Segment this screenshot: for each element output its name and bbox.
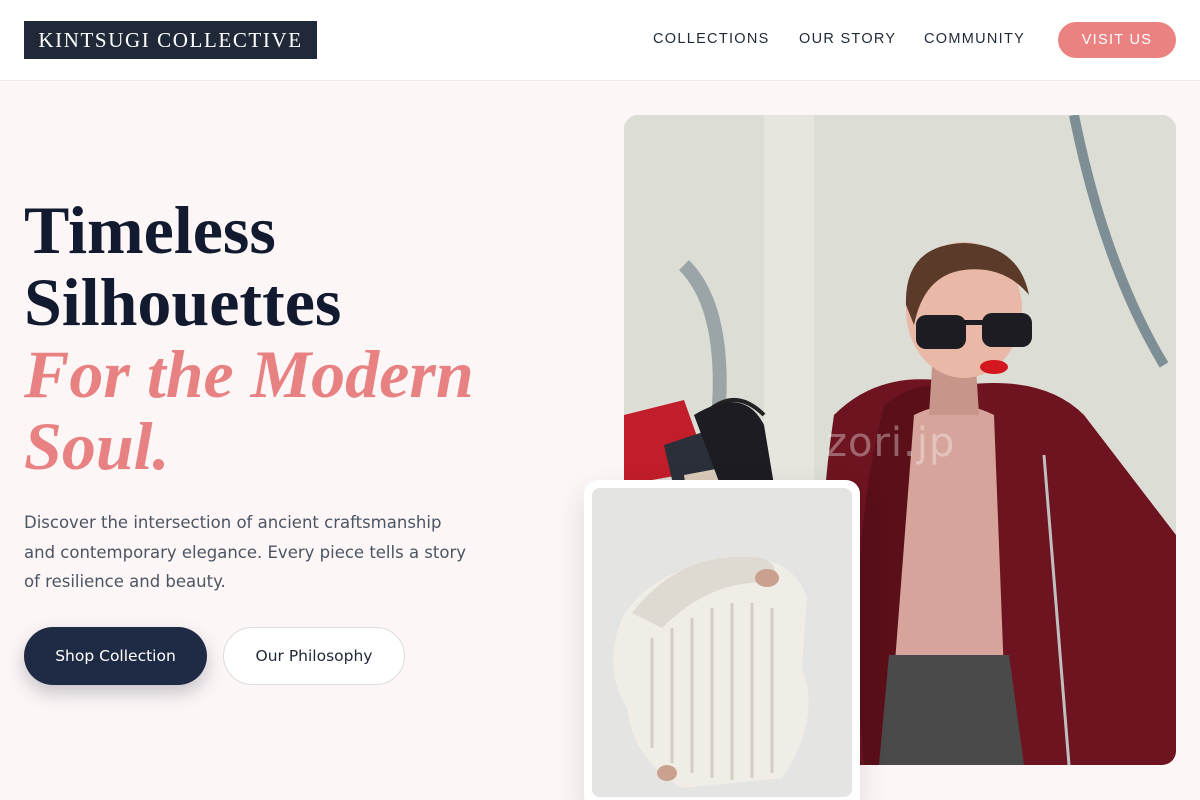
headline-line-1: Timeless xyxy=(24,192,276,268)
hero-headline: Timeless Silhouettes For the Modern Soul… xyxy=(24,194,584,482)
our-philosophy-button[interactable]: Our Philosophy xyxy=(223,627,405,685)
nav-link-collections[interactable]: COLLECTIONS xyxy=(653,31,770,49)
inset-image-card xyxy=(584,480,860,800)
hero-description: Discover the intersection of ancient cra… xyxy=(24,513,467,591)
headline-accent-line-1: For the Modern xyxy=(24,336,474,412)
sweater-image xyxy=(592,488,852,797)
image-watermark: zori.jp xyxy=(826,420,956,466)
shop-collection-button[interactable]: Shop Collection xyxy=(24,627,207,685)
visit-us-button[interactable]: VISIT US xyxy=(1058,22,1176,58)
nav-link-our-story[interactable]: OUR STORY xyxy=(799,31,896,49)
sweater-illustration xyxy=(592,488,852,797)
headline-line-2: Silhouettes xyxy=(24,264,342,340)
site-header: KINTSUGI COLLECTIVE COLLECTIONS OUR STOR… xyxy=(0,0,1200,81)
nav-link-community[interactable]: COMMUNITY xyxy=(924,31,1025,49)
brand-logo[interactable]: KINTSUGI COLLECTIVE xyxy=(24,21,317,59)
headline-accent-line-2: Soul. xyxy=(24,408,170,484)
